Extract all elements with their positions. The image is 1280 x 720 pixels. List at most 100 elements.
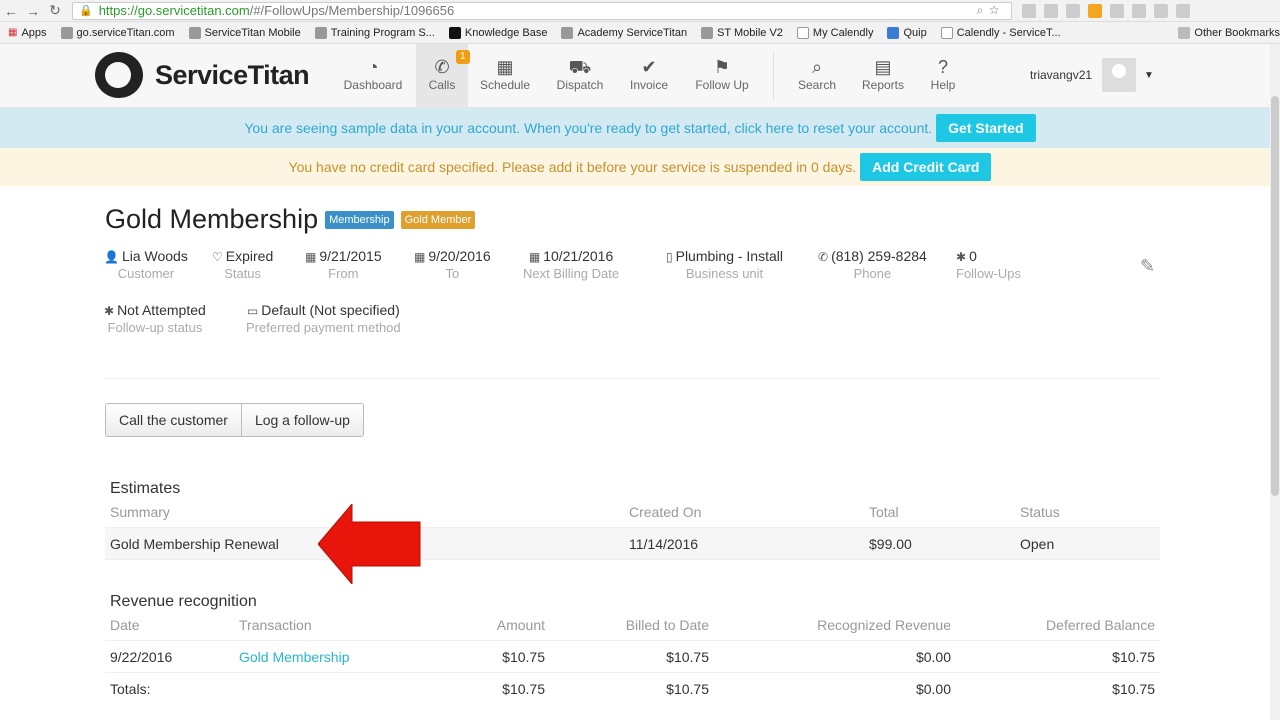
bookmark[interactable]: Knowledge Base (448, 26, 547, 39)
asterisk-icon: ✱ (104, 304, 115, 318)
gold-member-tag: Gold Member (400, 210, 476, 229)
extension-icon[interactable] (1088, 3, 1102, 18)
add-credit-card-button[interactable]: Add Credit Card (860, 153, 992, 181)
bookmark[interactable]: Academy ServiceTitan (561, 26, 687, 39)
calendar-icon: ▦ (305, 250, 317, 264)
extension-icon[interactable] (1110, 3, 1124, 18)
logo[interactable]: ServiceTitan (95, 52, 310, 98)
calendar-icon: ▦ (528, 250, 541, 264)
nav-invoice[interactable]: ✔ Invoice (613, 44, 685, 108)
user-menu[interactable]: triavangv21 ▼ (1030, 58, 1154, 92)
user-icon: 👤 (104, 250, 119, 264)
extension-icon[interactable] (1132, 3, 1146, 18)
browser-toolbar: ← → ↻ 🔒 https://go.servicetitan.com /#/F… (0, 0, 1280, 22)
revenue-recognized: $0.00 (915, 649, 951, 665)
log-follow-up-button[interactable]: Log a follow-up (240, 404, 363, 436)
forward-icon[interactable]: → (22, 3, 44, 19)
estimate-total: $99.00 (869, 536, 912, 552)
heart-icon: ♡ (212, 250, 223, 264)
flag-icon: ⚑ (713, 57, 731, 77)
bookmark-icon (561, 26, 574, 39)
revenue-deferred: $10.75 (1112, 649, 1155, 665)
check-circle-icon: ✔ (641, 57, 657, 77)
follow-ups-field: ✱ 0 Follow-Ups (956, 248, 1022, 281)
get-started-button[interactable]: Get Started (936, 114, 1036, 142)
business-unit-field: ▯ Plumbing - Install Business unit (666, 248, 783, 281)
url-host: https://go.servicetitan.com (98, 3, 250, 18)
totals-recognized: $0.00 (915, 681, 951, 697)
call-customer-button[interactable]: Call the customer (106, 404, 241, 436)
next-billing-field: ▦ 10/21/2016 Next Billing Date (523, 248, 620, 281)
nav-schedule[interactable]: ▦ Schedule (469, 44, 541, 108)
nav-calls[interactable]: ✆ 1 Calls (416, 44, 470, 108)
quip-icon (887, 26, 900, 39)
bookmark[interactable]: ST Mobile V2 (701, 26, 783, 39)
reload-icon[interactable]: ↻ (44, 2, 66, 19)
transaction-link[interactable]: Gold Membership (239, 649, 350, 665)
back-icon[interactable]: ← (0, 3, 22, 19)
col-recognized-revenue: Recognized Revenue (817, 617, 951, 633)
zoom-star-icons[interactable]: ⌕☆ (976, 3, 1005, 18)
estimate-status: Open (1020, 536, 1055, 552)
extension-icon[interactable] (1154, 3, 1168, 18)
building-icon: ▯ (666, 250, 673, 264)
estimate-created-on: 11/14/2016 (629, 536, 699, 552)
revenue-billed: $10.75 (666, 649, 709, 665)
logo-text: ServiceTitan (155, 59, 310, 90)
nav-search[interactable]: ⌕ Search (781, 44, 853, 108)
scrollbar-thumb[interactable] (1271, 96, 1279, 496)
help-icon: ? (937, 57, 948, 77)
bookmark[interactable]: Training Program S... (314, 26, 435, 39)
address-bar[interactable]: 🔒 https://go.servicetitan.com /#/FollowU… (72, 1, 1012, 20)
col-created-on: Created On (629, 504, 702, 520)
totals-label: Totals: (110, 681, 151, 697)
from-date-field: ▦ 9/21/2015 From (305, 248, 382, 281)
bookmark-apps[interactable]: ▦ Apps (8, 27, 47, 39)
page-scrollbar[interactable] (1270, 44, 1280, 720)
col-date: Date (110, 617, 140, 633)
bookmark[interactable]: Quip (887, 26, 927, 39)
caret-down-icon: ▼ (1144, 69, 1154, 81)
menu-icon[interactable] (1176, 3, 1190, 18)
col-transaction: Transaction (239, 617, 312, 633)
estimates-title: Estimates (110, 480, 181, 497)
row-divider (105, 640, 1160, 641)
extension-icon[interactable] (1022, 3, 1036, 18)
nav-dashboard[interactable]: ◔ Dashboard (337, 44, 409, 108)
totals-amount: $10.75 (502, 681, 545, 697)
bookmark[interactable]: Calendly - ServiceT... (940, 26, 1061, 39)
revenue-amount: $10.75 (502, 649, 545, 665)
payment-method-field: ▭ Default (Not specified) Preferred paymen… (246, 302, 401, 335)
sample-data-text[interactable]: You are seeing sample data in your accou… (244, 120, 932, 136)
bookmark[interactable]: go.serviceTitan.com (60, 26, 175, 39)
bookmark[interactable]: My Calendly (796, 26, 873, 39)
col-billed-to-date: Billed to Date (625, 617, 709, 633)
app-header: ServiceTitan ◔ Dashboard ✆ 1 Calls ▦ Schedul… (0, 44, 1280, 108)
other-bookmarks[interactable]: Other Bookmarks (1178, 26, 1280, 39)
page-icon (796, 26, 809, 39)
customer-field[interactable]: 👤 Lia Woods Customer (104, 248, 188, 281)
asterisk-icon: ✱ (956, 250, 967, 264)
apps-grid-icon: ▦ (8, 26, 18, 38)
extension-icon[interactable] (1066, 3, 1080, 18)
avatar (1102, 58, 1137, 92)
bookmark-icon (701, 26, 714, 39)
phone-field[interactable]: ✆ (818) 259-8284 Phone (818, 248, 927, 281)
bookmark-icon (60, 26, 73, 39)
divider (105, 378, 1160, 379)
credit-card-banner: You have no credit card specified. Pleas… (0, 148, 1280, 186)
estimate-summary[interactable]: Gold Membership Renewal (110, 536, 279, 552)
to-date-field: ▦ 9/20/2016 To (414, 248, 491, 281)
nav-help[interactable]: ? Help (907, 44, 979, 108)
nav-dispatch[interactable]: ⛟ Dispatch (544, 44, 616, 108)
extension-icon[interactable] (1044, 3, 1058, 18)
titan-logo-icon (95, 52, 143, 98)
totals-deferred: $10.75 (1112, 681, 1155, 697)
title-row: Gold Membership Membership Gold Member (105, 204, 476, 235)
credit-card-warning: You have no credit card specified. Pleas… (288, 159, 857, 175)
pencil-edit-icon[interactable]: ✎ (1140, 256, 1155, 277)
bookmark[interactable]: ServiceTitan Mobile (188, 26, 301, 39)
nav-follow-up[interactable]: ⚑ Follow Up (686, 44, 758, 108)
page-title: Gold Membership (105, 204, 319, 234)
status-field: ♡ Expired Status (212, 248, 274, 281)
